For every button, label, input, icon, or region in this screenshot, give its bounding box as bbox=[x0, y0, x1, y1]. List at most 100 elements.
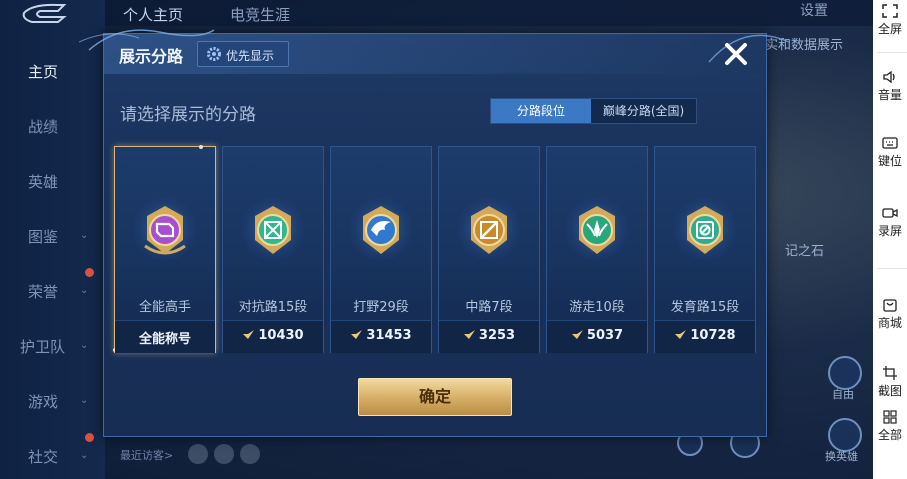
lane-card-roam[interactable]: 游走10段 5037 bbox=[546, 146, 648, 353]
lane-score: 10728 bbox=[655, 328, 755, 343]
tab-esports-career[interactable]: 电竞生涯 bbox=[230, 4, 290, 25]
toolbar-label: 音量 bbox=[877, 88, 902, 102]
chevron-down-icon: ⌄ bbox=[80, 395, 89, 406]
dialog-title: 展示分路 bbox=[119, 47, 184, 66]
toolbar-shop[interactable]: 商城 bbox=[873, 298, 907, 331]
toolbar-all[interactable]: 全部 bbox=[873, 410, 907, 443]
settings-button[interactable]: 设置 bbox=[800, 0, 828, 20]
lane-score: 31453 bbox=[331, 328, 431, 343]
lane-rank-label: 游走10段 bbox=[569, 300, 625, 315]
clash-lane-emblem-icon bbox=[255, 206, 291, 254]
all-round-emblem-icon bbox=[144, 206, 186, 255]
lane-card-jungle[interactable]: 打野29段 31453 bbox=[330, 146, 432, 353]
game-screen: 主页 战绩 英雄 图鉴 ⌄ 荣誉 ⌄ 护卫队 ⌄ 游戏 ⌄ 社交 ⌄ 个人主页 … bbox=[0, 0, 873, 479]
keyboard-icon bbox=[882, 137, 898, 149]
lane-rank-label: 对抗路15段 bbox=[238, 300, 308, 315]
switch-hero-button[interactable] bbox=[828, 418, 862, 452]
lane-score: 3253 bbox=[439, 328, 539, 343]
background-hint-text: 记之石 bbox=[785, 244, 825, 259]
notification-badge bbox=[85, 433, 94, 442]
lane-score-value: 10430 bbox=[258, 328, 304, 343]
toolbar-label: 全屏 bbox=[877, 22, 902, 36]
toolbar-record[interactable]: 录屏 bbox=[873, 206, 907, 239]
lane-card-clash[interactable]: 对抗路15段 10430 bbox=[222, 146, 324, 353]
nav-item-home[interactable]: 主页 bbox=[28, 61, 58, 82]
toolbar-fullscreen[interactable]: 全屏 bbox=[873, 4, 907, 37]
left-nav: 主页 战绩 英雄 图鉴 ⌄ 荣誉 ⌄ 护卫队 ⌄ 游戏 ⌄ 社交 ⌄ bbox=[0, 0, 105, 479]
volume-icon bbox=[883, 70, 895, 84]
roam-emblem-icon bbox=[579, 206, 615, 254]
toolbar-divider bbox=[877, 268, 907, 269]
grid-icon bbox=[883, 410, 897, 424]
back-icon[interactable] bbox=[18, 2, 70, 24]
toolbar-label: 截图 bbox=[877, 384, 902, 398]
lane-mode-toggle: 分路段位 巅峰分路(全国) bbox=[490, 98, 697, 124]
toolbar-keymap[interactable]: 键位 bbox=[873, 136, 907, 169]
chevron-down-icon: ⌄ bbox=[80, 450, 89, 461]
lane-display-dialog: 展示分路 优先显示 请选择展示的分路 分路段位 巅峰分路(全国) 全能高手 全能… bbox=[79, 29, 790, 437]
toolbar-label: 键位 bbox=[877, 154, 902, 168]
nav-item-social[interactable]: 社交 bbox=[28, 446, 58, 467]
lane-rank-label: 全能高手 bbox=[138, 300, 191, 315]
toolbar-volume[interactable]: 音量 bbox=[873, 70, 907, 103]
shop-icon bbox=[883, 299, 897, 312]
corner-sparkle bbox=[199, 145, 203, 149]
lane-rank-label: 中路7段 bbox=[465, 300, 513, 315]
lane-value-bar: 全能称号 bbox=[115, 320, 215, 353]
toolbar-label: 商城 bbox=[877, 316, 902, 330]
lane-score: 10430 bbox=[223, 328, 323, 343]
free-button[interactable] bbox=[828, 356, 862, 390]
lane-card-all-round[interactable]: 全能高手 全能称号 bbox=[113, 145, 216, 353]
avatar[interactable] bbox=[240, 444, 260, 464]
tab-lane-rank[interactable]: 分路段位 bbox=[491, 99, 591, 123]
nav-item-guard[interactable]: 护卫队 bbox=[20, 336, 65, 357]
priority-display-label: 优先显示 bbox=[226, 49, 275, 63]
lane-card-mid[interactable]: 中路7段 3253 bbox=[438, 146, 540, 353]
priority-display-button[interactable]: 优先显示 bbox=[197, 41, 289, 67]
close-icon[interactable] bbox=[721, 39, 751, 69]
notification-badge bbox=[85, 268, 94, 277]
chevron-down-icon: ⌄ bbox=[80, 340, 89, 351]
jungle-emblem-icon bbox=[363, 206, 399, 254]
nav-item-heroes[interactable]: 英雄 bbox=[28, 171, 58, 192]
tab-peak-lane[interactable]: 巅峰分路(全国) bbox=[591, 99, 696, 123]
chevron-down-icon: ⌄ bbox=[80, 230, 89, 241]
emulator-toolbar: 全屏 音量 键位 录屏 商城 截图 全部 bbox=[873, 0, 907, 479]
confirm-button[interactable]: 确定 bbox=[358, 378, 512, 416]
nav-item-game[interactable]: 游戏 bbox=[28, 391, 58, 412]
lane-score-value: 10728 bbox=[690, 328, 736, 343]
avatar[interactable] bbox=[188, 444, 208, 464]
lane-score-bar: 10728 bbox=[655, 320, 755, 353]
avatar[interactable] bbox=[214, 444, 234, 464]
nav-item-collection[interactable]: 图鉴 bbox=[28, 226, 58, 247]
points-icon bbox=[571, 330, 583, 339]
dialog-subtitle: 请选择展示的分路 bbox=[120, 105, 256, 125]
lane-score-bar: 5037 bbox=[547, 320, 647, 353]
points-icon bbox=[675, 330, 687, 339]
switch-hero-label: 换英雄 bbox=[825, 450, 858, 463]
points-icon bbox=[243, 330, 255, 339]
crop-icon bbox=[883, 366, 897, 380]
points-icon bbox=[351, 330, 363, 339]
toolbar-label: 全部 bbox=[877, 428, 902, 442]
fullscreen-icon bbox=[882, 4, 898, 18]
nav-item-record[interactable]: 战绩 bbox=[28, 116, 58, 137]
lane-score-bar: 31453 bbox=[331, 320, 431, 353]
lane-rank-label: 发育路15段 bbox=[670, 300, 740, 315]
recent-visitors[interactable]: 最近访客> bbox=[120, 447, 173, 463]
toolbar-screenshot[interactable]: 截图 bbox=[873, 366, 907, 399]
lane-rank-label: 打野29段 bbox=[353, 300, 409, 315]
toolbar-label: 录屏 bbox=[877, 224, 902, 238]
lane-score-bar: 10430 bbox=[223, 320, 323, 353]
toolbar-divider bbox=[877, 52, 907, 53]
lane-card-farm[interactable]: 发育路15段 10728 bbox=[654, 146, 756, 353]
record-icon bbox=[882, 208, 898, 218]
mid-lane-emblem-icon bbox=[471, 206, 507, 254]
lane-score: 5037 bbox=[547, 328, 647, 343]
lane-score-value: 5037 bbox=[586, 328, 624, 343]
lane-score-bar: 3253 bbox=[439, 320, 539, 353]
nav-item-honor[interactable]: 荣誉 bbox=[28, 281, 58, 302]
free-button-label: 自由 bbox=[832, 388, 854, 401]
farm-lane-emblem-icon bbox=[687, 206, 723, 254]
lane-value: 全能称号 bbox=[138, 332, 191, 347]
